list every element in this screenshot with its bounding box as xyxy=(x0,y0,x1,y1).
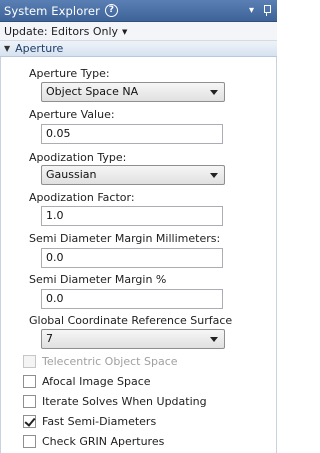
section-title: Aperture xyxy=(15,42,64,55)
pin-icon[interactable] xyxy=(263,5,271,16)
chevron-down-icon xyxy=(210,337,218,342)
checkbox-label: Telecentric Object Space xyxy=(42,355,178,368)
chevron-down-icon xyxy=(210,90,218,95)
semi-diameter-mm-label: Semi Diameter Margin Millimeters: xyxy=(29,232,221,245)
checkbox-box[interactable] xyxy=(23,395,36,408)
apodization-type-label: Apodization Type: xyxy=(29,151,127,164)
checkbox-box[interactable] xyxy=(23,435,36,448)
semi-diameter-pct-input[interactable]: 0.0 xyxy=(41,289,223,309)
semi-diameter-pct-label: Semi Diameter Margin % xyxy=(29,273,167,286)
telecentric-object-space-checkbox[interactable]: Telecentric Object Space xyxy=(23,355,178,368)
checkbox-label: Check GRIN Apertures xyxy=(42,435,165,448)
global-ref-surface-value: 7 xyxy=(46,332,53,345)
checkbox-label: Afocal Image Space xyxy=(42,375,151,388)
semi-diameter-mm-input[interactable]: 0.0 xyxy=(41,248,223,268)
afocal-image-space-checkbox[interactable]: Afocal Image Space xyxy=(23,375,151,388)
panel-title: System Explorer xyxy=(4,3,100,18)
update-mode-label: Update: Editors Only xyxy=(4,24,119,38)
apodization-factor-label: Apodization Factor: xyxy=(29,191,135,204)
section-aperture-header[interactable]: ▼ Aperture xyxy=(0,41,277,57)
checkbox-box[interactable] xyxy=(23,355,36,368)
checkbox-box[interactable] xyxy=(23,375,36,388)
collapse-arrow-icon[interactable]: ▼ xyxy=(4,44,10,53)
aperture-type-label: Aperture Type: xyxy=(29,67,110,80)
dropdown-menu-icon[interactable]: ▾ xyxy=(249,4,254,17)
apodization-type-select[interactable]: Gaussian xyxy=(41,165,225,185)
aperture-type-value: Object Space NA xyxy=(46,85,139,98)
fast-semi-diameters-checkbox[interactable]: Fast Semi-Diameters xyxy=(23,415,156,428)
check-grin-apertures-checkbox[interactable]: Check GRIN Apertures xyxy=(23,435,164,448)
apodization-factor-input[interactable]: 1.0 xyxy=(41,206,223,226)
aperture-value-input[interactable]: 0.05 xyxy=(41,124,223,144)
checkbox-box[interactable] xyxy=(23,415,36,428)
global-ref-surface-select[interactable]: 7 xyxy=(41,329,225,349)
apodization-type-value: Gaussian xyxy=(46,168,97,181)
update-mode-selector[interactable]: Update: Editors Only ▼ xyxy=(0,22,277,41)
aperture-type-select[interactable]: Object Space NA xyxy=(41,82,225,102)
help-icon[interactable]: ? xyxy=(104,4,118,17)
aperture-section-content: Aperture Type: Object Space NA Aperture … xyxy=(0,57,277,453)
checkbox-label: Iterate Solves When Updating xyxy=(42,395,207,408)
panel-titlebar: System Explorer ? ▾ xyxy=(0,0,277,22)
checkbox-label: Fast Semi-Diameters xyxy=(42,415,157,428)
iterate-solves-checkbox[interactable]: Iterate Solves When Updating xyxy=(23,395,207,408)
caret-down-icon: ▼ xyxy=(122,27,128,36)
aperture-value-label: Aperture Value: xyxy=(29,108,115,121)
global-ref-surface-label: Global Coordinate Reference Surface xyxy=(29,314,233,327)
chevron-down-icon xyxy=(210,173,218,178)
